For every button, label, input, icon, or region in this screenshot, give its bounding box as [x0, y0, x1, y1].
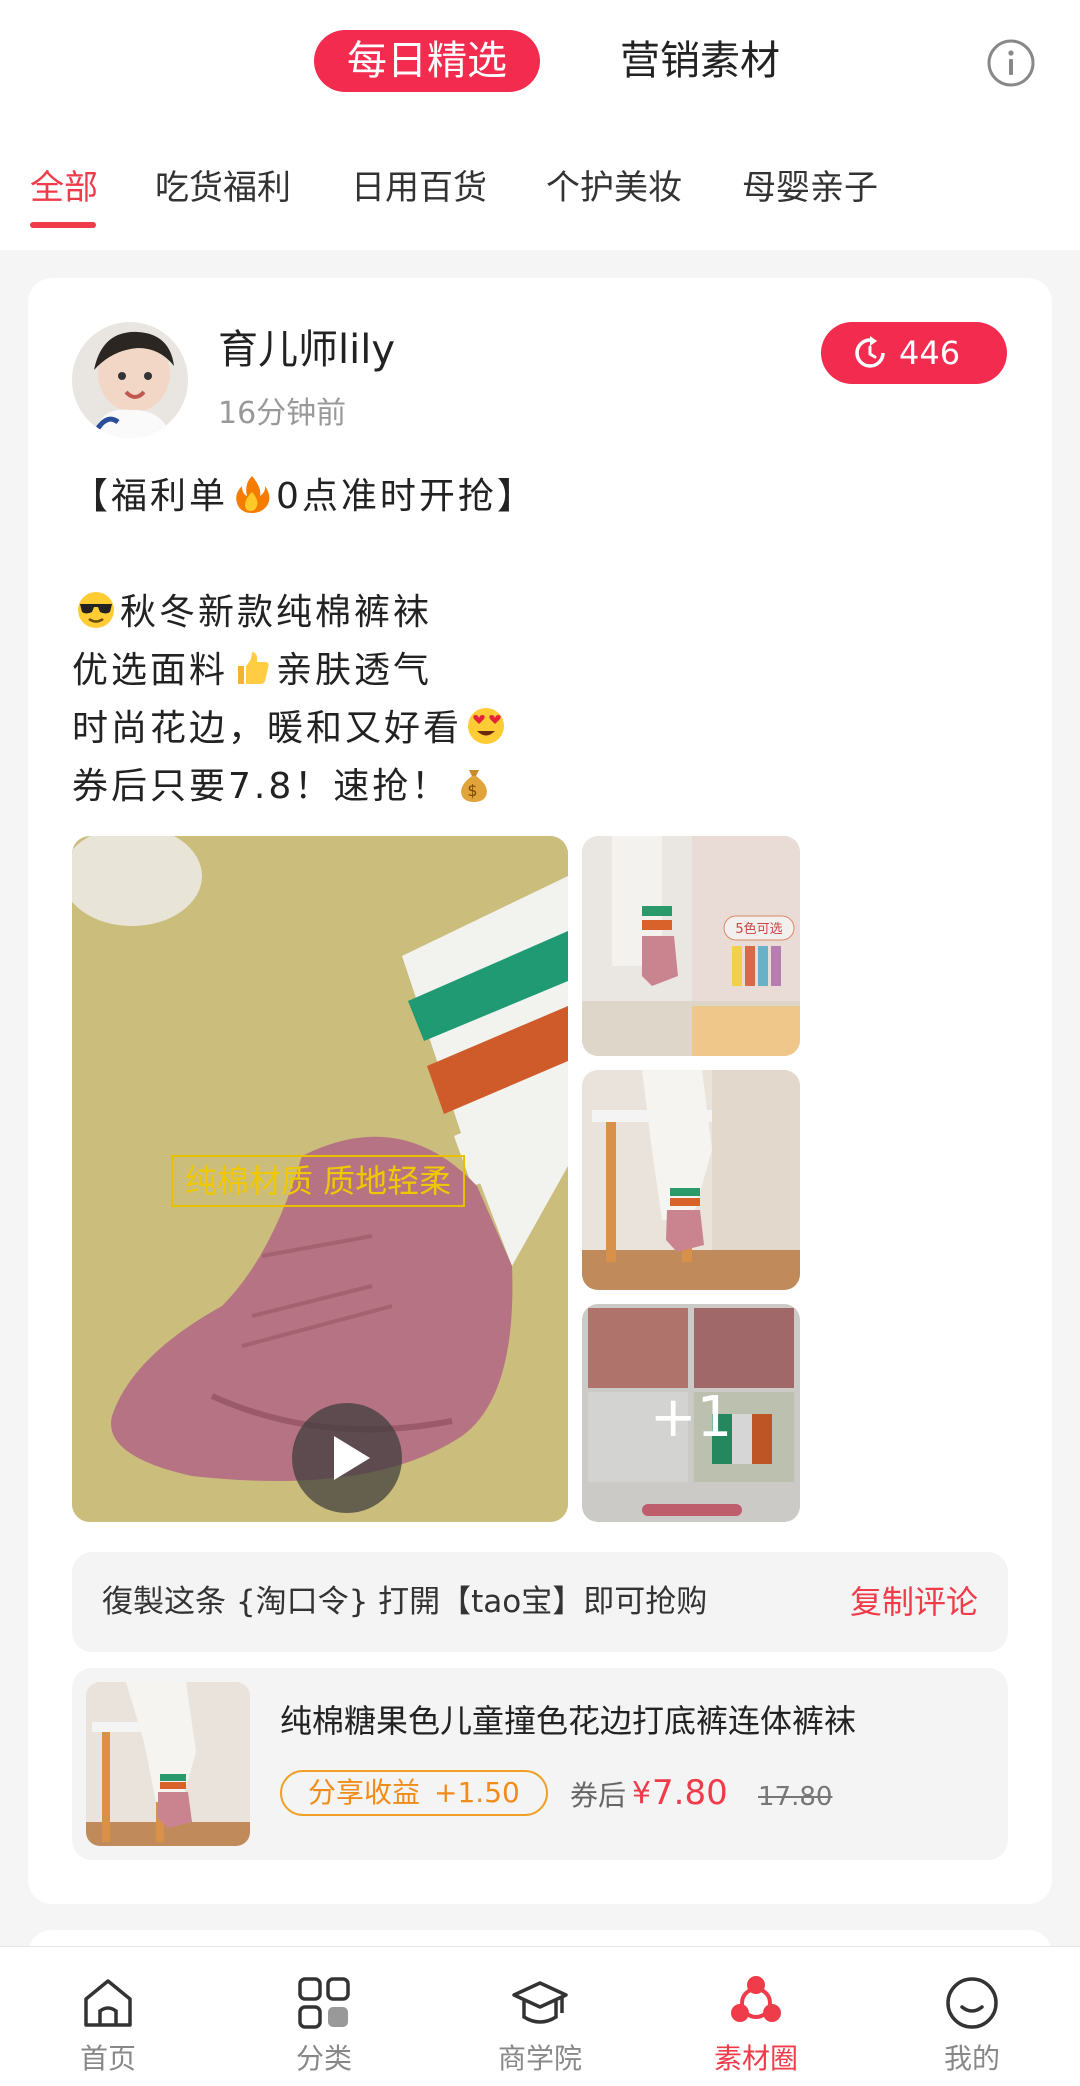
- share-count: 446: [899, 334, 961, 372]
- play-icon: [334, 1436, 370, 1480]
- coupon-price-label: 券后: [570, 1779, 627, 1812]
- profile-smile-icon: [946, 1977, 998, 2029]
- taokouling-text: 復製这条 {淘口令} 打開【tao宝】即可抢购: [102, 1584, 708, 1620]
- product-thumbnail-1[interactable]: 5色可选: [582, 836, 800, 1056]
- post-card: 育儿师lily 16分钟前 446 【福利单 0点准时开抢】 秋冬新款纯棉裤袜 优…: [28, 278, 1052, 1904]
- material-circle-icon: [731, 1976, 781, 2022]
- video-overlay-text: 纯棉材质 质地轻柔: [185, 1162, 451, 1200]
- post-line: 优选面料 亲肤透气: [72, 642, 1012, 700]
- share-count-button[interactable]: 446: [821, 322, 1007, 384]
- tab-mother-baby[interactable]: 母婴亲子: [742, 160, 878, 216]
- nav-label-category: 分类: [295, 2042, 352, 2075]
- product-title[interactable]: 纯棉糖果色儿童撞色花边打底裤连体裤袜: [280, 1698, 856, 1744]
- nav-profile[interactable]: 我的: [864, 1947, 1080, 2086]
- svg-text:$: $: [468, 781, 481, 800]
- nav-label-profile: 我的: [943, 2042, 1000, 2075]
- copy-comment-button[interactable]: 复制评论: [850, 1552, 978, 1652]
- category-tabs: 全部 吃货福利 日用百货 个护美妆 母婴亲子: [0, 160, 1080, 240]
- bottom-navigation: 首页 分类 商学院 素材圈 我的: [0, 1946, 1080, 2086]
- post-time: 16分钟前: [218, 396, 347, 431]
- product-card[interactable]: 纯棉糖果色儿童撞色花边打底裤连体裤袜 分享收益 +1.50 券后 ¥ 7.80 1…: [72, 1668, 1008, 1860]
- post-line-text: 优选面料: [72, 650, 229, 691]
- thumbs-up-emoji: [238, 652, 269, 684]
- sunglasses-emoji: [78, 592, 114, 628]
- tab-foodie-deals[interactable]: 吃货福利: [155, 160, 291, 216]
- segment-marketing-material[interactable]: 营销素材: [600, 30, 800, 92]
- play-video-button[interactable]: [292, 1403, 402, 1513]
- tab-all[interactable]: 全部: [30, 160, 98, 216]
- post-line: 秋冬新款纯棉裤袜: [72, 584, 1012, 642]
- graduation-cap-icon: [512, 1981, 568, 2024]
- segment-daily-picks[interactable]: 每日精选: [314, 30, 540, 92]
- post-line: 时尚花边，暖和又好看: [72, 700, 1012, 758]
- tab-daily-goods[interactable]: 日用百货: [351, 160, 487, 216]
- price-currency: ¥: [632, 1776, 652, 1811]
- nav-home[interactable]: 首页: [0, 1947, 216, 2086]
- post-line-text: 亲肤透气: [276, 650, 433, 691]
- product-thumbnail-3[interactable]: +1: [582, 1304, 800, 1522]
- nav-label-business-school: 商学院: [497, 2042, 582, 2075]
- post-line-text: 秋冬新款纯棉裤袜: [120, 592, 433, 633]
- share-refresh-icon: [855, 336, 885, 368]
- tab-personal-care[interactable]: 个护美妆: [546, 160, 682, 216]
- fire-emoji: [236, 476, 270, 513]
- product-thumbnail-2[interactable]: [582, 1070, 800, 1290]
- product-image[interactable]: [86, 1682, 250, 1846]
- author-avatar[interactable]: [72, 322, 188, 438]
- nav-business-school[interactable]: 商学院: [432, 1947, 648, 2086]
- nav-label-material-circle: 素材圈: [713, 2042, 798, 2075]
- top-header: 每日精选 营销素材 全部 吃货福利 日用百货 个护美妆 母婴亲子: [0, 0, 1080, 250]
- post-line-text: 【福利单: [72, 476, 229, 517]
- post-line-text: 0点准时开抢】: [276, 476, 536, 517]
- taokouling-copy-row: 復製这条 {淘口令} 打開【tao宝】即可抢购 复制评论: [72, 1552, 1008, 1652]
- nav-label-home: 首页: [79, 2042, 136, 2075]
- coupon-price: 7.80: [652, 1773, 728, 1813]
- nav-category[interactable]: 分类: [216, 1947, 432, 2086]
- thumbnail-tag: 5色可选: [735, 921, 782, 937]
- category-grid-icon: [298, 1977, 350, 2029]
- author-name[interactable]: 育儿师lily: [218, 324, 395, 376]
- earn-value: +1.50: [434, 1776, 520, 1809]
- post-line-text: 时尚花边，暖和又好看: [72, 708, 463, 749]
- earn-label: 分享收益: [308, 1776, 421, 1809]
- post-line: 【福利单 0点准时开抢】: [72, 468, 1012, 526]
- post-line-text: 券后只要7.8！速抢！: [72, 766, 451, 807]
- original-price: 17.80: [758, 1782, 833, 1812]
- more-images-count: +1: [650, 1385, 733, 1450]
- app-screen: 每日精选 营销素材 全部 吃货福利 日用百货 个护美妆 母婴亲子 育儿师lily…: [0, 0, 1080, 2086]
- share-earnings-badge: 分享收益 +1.50: [280, 1770, 548, 1816]
- money-bag-emoji: $: [461, 770, 488, 802]
- nav-material-circle[interactable]: 素材圈: [648, 1947, 864, 2086]
- heart-eyes-emoji: [468, 708, 505, 744]
- post-content: 【福利单 0点准时开抢】 秋冬新款纯棉裤袜 优选面料 亲肤透气 时尚花边，暖和又好看…: [72, 468, 1012, 816]
- info-icon[interactable]: [986, 38, 1036, 88]
- home-icon: [84, 1979, 132, 2027]
- active-tab-indicator: [30, 222, 96, 228]
- post-line: 券后只要7.8！速抢！ $: [72, 758, 1012, 816]
